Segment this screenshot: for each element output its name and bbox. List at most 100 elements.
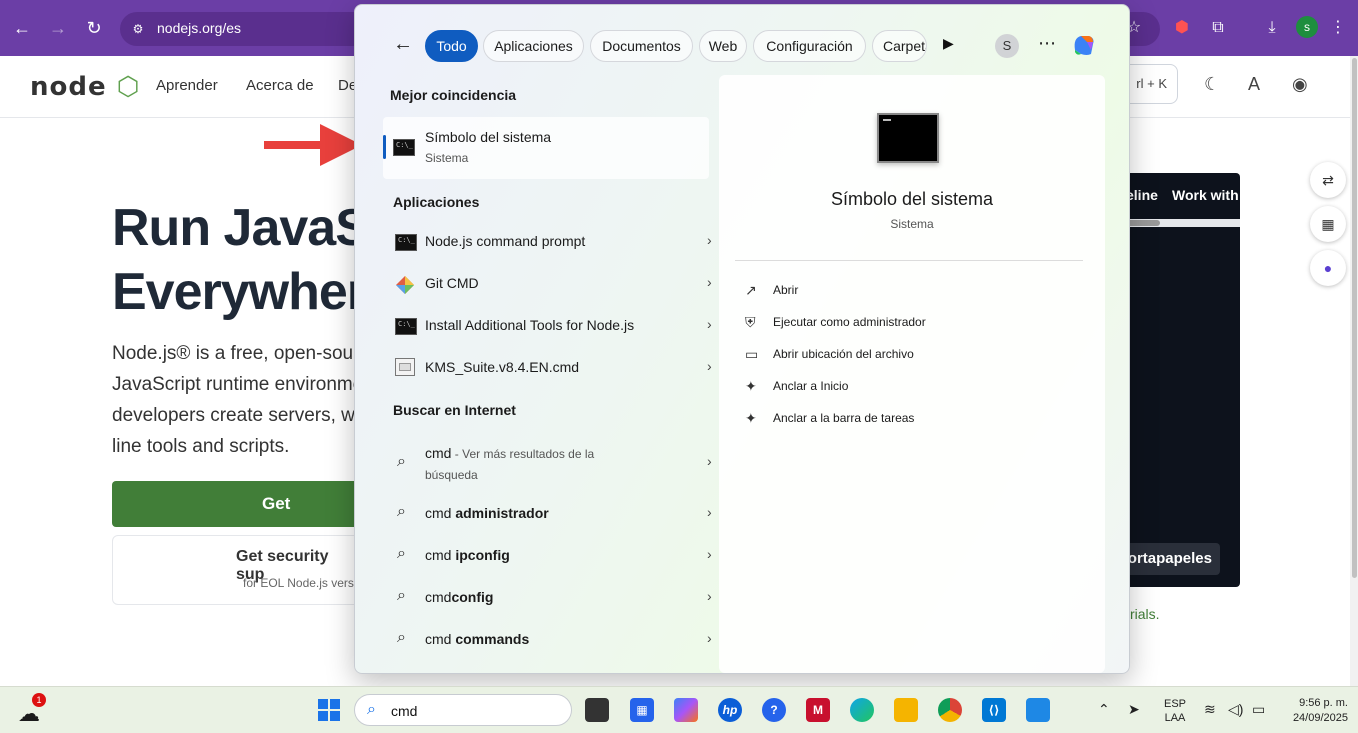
nodejs-logo[interactable]: node ⬡ [30, 72, 140, 102]
best-match-heading: Mejor coincidencia [390, 87, 517, 103]
task-view-icon[interactable] [585, 698, 609, 722]
chevron-right-icon[interactable]: › [707, 358, 712, 374]
app-result-kms-suite[interactable]: KMS_Suite.v8.4.EN.cmd › [383, 348, 712, 388]
web-result-cmd[interactable]: ⌕ cmd - Ver más resultados de la búsqueda… [383, 439, 712, 487]
script-icon [395, 358, 415, 376]
microsoft-store-icon[interactable]: ▦ [630, 698, 654, 722]
tutorials-link[interactable]: rials. [1130, 606, 1160, 622]
more-options-icon[interactable]: ⋯ [1038, 33, 1056, 54]
tab-folders[interactable]: Carpeta [872, 30, 927, 62]
github-icon[interactable]: ◉ [1292, 74, 1308, 95]
reload-icon[interactable]: ↻ [80, 14, 108, 42]
url-text[interactable]: nodejs.org/es [157, 20, 241, 36]
file-explorer-icon[interactable] [894, 698, 918, 722]
back-arrow-icon[interactable]: ← [8, 14, 36, 42]
battery-icon[interactable]: ▭ [1252, 701, 1265, 718]
clock-date: 24/09/2025 [1292, 712, 1348, 724]
shield-icon: ⛨ [745, 314, 756, 330]
language-icon[interactable]: A [1248, 74, 1260, 95]
browser-menu-icon[interactable]: ⋮ [1326, 16, 1350, 40]
get-nodejs-button[interactable]: Get Node.js® [112, 481, 362, 559]
copilot-taskbar-icon[interactable] [674, 698, 698, 722]
cmd-icon [393, 139, 415, 156]
chevron-right-icon[interactable]: › [707, 546, 712, 562]
user-avatar[interactable]: S [995, 34, 1019, 58]
action-pin-to-taskbar[interactable]: ✦ Anclar a la barra de tareas [745, 408, 1085, 432]
code-tab-work-with[interactable]: Work with [1172, 187, 1239, 203]
forward-arrow-icon[interactable]: → [44, 14, 72, 42]
web-result-cmd-administrador[interactable]: ⌕ cmd administrador › [383, 494, 712, 534]
apps-icon[interactable]: ▦ [1310, 206, 1346, 242]
volume-icon[interactable]: ◁) [1228, 701, 1243, 718]
app-result-install-tools[interactable]: Install Additional Tools for Node.js › [383, 306, 712, 346]
windows-taskbar: ☁ 1 ⌕ ▦ hp ? M ⟨⟩ ⌃ ➤ ESPLAA ≋ ◁) ▭ 9:56… [0, 686, 1358, 733]
edge-icon[interactable] [850, 698, 874, 722]
code-tab-pipeline[interactable]: eline [1126, 187, 1158, 203]
paint-icon[interactable] [1026, 698, 1050, 722]
chevron-right-icon[interactable]: › [707, 630, 712, 646]
copilot-icon[interactable] [1069, 30, 1099, 60]
best-match-result[interactable]: Símbolo del sistema Sistema [383, 117, 709, 179]
taskbar-clock[interactable]: 9:56 p. m. 24/09/2025 [1282, 696, 1348, 726]
result-detail-pane: Símbolo del sistema Sistema ↗ Abrir ⛨ Ej… [719, 75, 1105, 673]
app-result-git-cmd[interactable]: Git CMD › [383, 264, 712, 304]
location-icon[interactable]: ➤ [1128, 701, 1140, 718]
chevron-right-icon[interactable]: › [707, 232, 712, 248]
windows-search-panel: ← Todo Aplicaciones Documentos Web Confi… [354, 4, 1130, 674]
site-info-icon[interactable]: ⚙ [126, 17, 150, 41]
detail-title: Símbolo del sistema [830, 189, 994, 209]
profile-avatar[interactable]: s [1296, 16, 1318, 38]
nav-link-learn[interactable]: Aprender [156, 77, 218, 94]
app-result-label: Node.js command prompt [425, 233, 586, 249]
tray-overflow-chevron-icon[interactable]: ⌃ [1098, 701, 1110, 718]
more-tabs-play-icon[interactable]: ▶ [943, 35, 954, 52]
chevron-right-icon[interactable]: › [707, 588, 712, 604]
taskbar-search-input[interactable] [391, 701, 561, 721]
tab-documents[interactable]: Documentos [590, 30, 693, 62]
web-result-label: cmd commands [425, 631, 529, 647]
cmd-icon [395, 318, 417, 335]
app-result-nodejs-command-prompt[interactable]: Node.js command prompt › [383, 222, 712, 262]
chrome-icon[interactable] [938, 698, 962, 722]
web-result-cmd-ipconfig[interactable]: ⌕ cmd ipconfig › [383, 536, 712, 576]
language-indicator[interactable]: ESP LAA [1162, 697, 1188, 725]
security-support-card[interactable]: Get security sup for EOL Node.js vers [112, 535, 362, 605]
tab-all[interactable]: Todo [425, 30, 478, 62]
download-icon[interactable]: ⤓ [1260, 16, 1284, 40]
tab-web[interactable]: Web [699, 30, 747, 62]
translate-icon[interactable]: ⇄ [1310, 162, 1346, 198]
vscode-icon[interactable]: ⟨⟩ [982, 698, 1006, 722]
git-icon [396, 276, 414, 294]
selection-accent [383, 135, 386, 159]
extensions-puzzle-icon[interactable]: ⧉ [1206, 16, 1230, 40]
web-result-cmd-commands[interactable]: ⌕ cmd commands › [383, 620, 712, 660]
wifi-icon[interactable]: ≋ [1204, 701, 1216, 718]
web-result-bold: commands [455, 631, 530, 647]
taskbar-search-box[interactable]: ⌕ [354, 694, 572, 726]
hp-icon[interactable]: hp [718, 698, 742, 722]
action-run-as-admin[interactable]: ⛨ Ejecutar como administrador [745, 312, 1085, 336]
dark-mode-moon-icon[interactable]: ☾ [1204, 74, 1220, 95]
windows-start-icon[interactable] [318, 699, 340, 721]
action-open-file-location[interactable]: ▭ Abrir ubicación del archivo [745, 344, 1085, 368]
action-open[interactable]: ↗ Abrir [745, 280, 1085, 304]
assistant-icon[interactable]: ● [1310, 250, 1346, 286]
nav-link-about[interactable]: Acerca de [246, 77, 314, 94]
web-result-cmdconfig[interactable]: ⌕ cmdconfig › [383, 578, 712, 618]
chevron-right-icon[interactable]: › [707, 274, 712, 290]
search-back-arrow-icon[interactable]: ← [393, 33, 413, 56]
action-label: Abrir ubicación del archivo [773, 347, 914, 361]
mcafee-icon[interactable]: M [806, 698, 830, 722]
help-icon[interactable]: ? [762, 698, 786, 722]
tab-apps[interactable]: Aplicaciones [483, 30, 584, 62]
page-scroll-thumb[interactable] [1352, 58, 1357, 578]
extension-shield-icon[interactable]: ⬢ [1170, 16, 1194, 40]
action-pin-to-start[interactable]: ✦ Anclar a Inicio [745, 376, 1085, 400]
web-result-bold: ipconfig [455, 547, 510, 563]
chevron-right-icon[interactable]: › [707, 453, 712, 469]
open-icon: ↗ [745, 282, 757, 298]
tab-settings[interactable]: Configuración [753, 30, 866, 62]
chevron-right-icon[interactable]: › [707, 316, 712, 332]
pin-icon: ✦ [745, 410, 757, 426]
chevron-right-icon[interactable]: › [707, 504, 712, 520]
